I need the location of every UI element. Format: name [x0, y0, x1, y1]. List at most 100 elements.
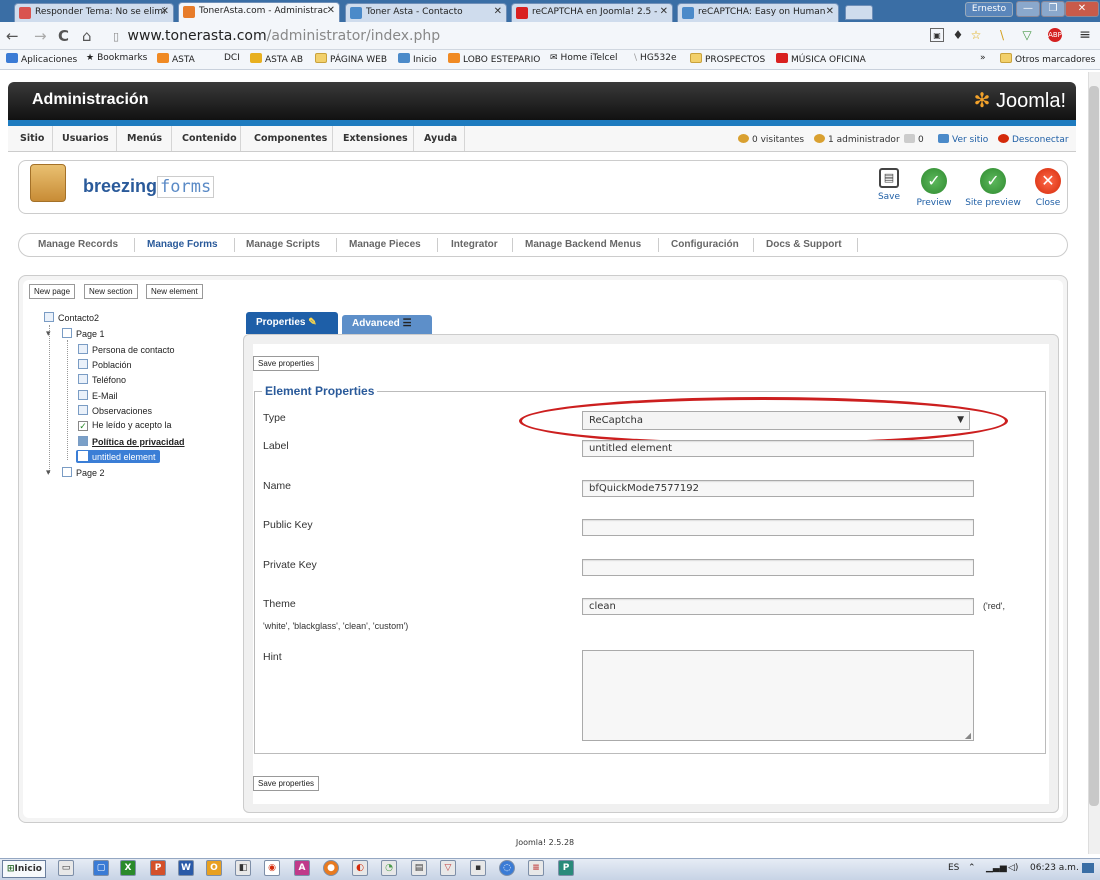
tab-manage-backend-menus[interactable]: Manage Backend Menus	[525, 239, 641, 250]
back-icon[interactable]: ←	[6, 27, 19, 45]
explorer-icon[interactable]: ▭	[58, 860, 74, 876]
view-site-link[interactable]: Ver sitio	[938, 134, 988, 145]
user-profile-button[interactable]: Ernesto	[965, 2, 1013, 17]
save-properties-button[interactable]: Save properties	[253, 356, 320, 371]
menu-usuarios[interactable]: Usuarios	[62, 133, 109, 144]
bookmark-item[interactable]: \ HG532e	[634, 53, 677, 63]
app-icon[interactable]: ◧	[235, 860, 251, 876]
app-icon[interactable]: ◌	[499, 860, 515, 876]
bookmark-item[interactable]: DCI	[224, 53, 240, 63]
tab-advanced[interactable]: Advanced ☰	[342, 315, 432, 334]
bookmark-item[interactable]: PROSPECTOS	[690, 53, 765, 65]
bookmark-star-icon[interactable]: ☆	[969, 28, 983, 42]
bookmark-item[interactable]: ✉ Home iTelcel	[550, 53, 617, 63]
new-section-button[interactable]: New section	[84, 284, 138, 299]
menu-componentes[interactable]: Componentes	[254, 133, 327, 144]
tab-manage-scripts[interactable]: Manage Scripts	[246, 239, 320, 250]
pencil-extension-icon[interactable]: \	[995, 28, 1009, 42]
start-button[interactable]: ⊞Inicio	[2, 860, 46, 878]
word-icon[interactable]: W	[178, 860, 194, 876]
private-key-input[interactable]	[582, 559, 974, 576]
bookmark-item[interactable]: Inicio	[398, 53, 437, 65]
browser-tab-active[interactable]: TonerAsta.com - Administrac ✕	[178, 2, 340, 22]
more-bookmarks-icon[interactable]: »	[980, 53, 986, 63]
resize-handle-icon[interactable]: ◢	[965, 731, 971, 740]
access-icon[interactable]: A	[294, 860, 310, 876]
url-bar[interactable]: ▯ www.tonerasta.com/administrator/index.…	[103, 25, 923, 47]
name-input[interactable]: bfQuickMode7577192	[582, 480, 974, 497]
menu-menus[interactable]: Menús	[127, 133, 162, 144]
browser-tab[interactable]: Responder Tema: No se elimi ✕	[14, 3, 174, 22]
save-properties-button[interactable]: Save properties	[253, 776, 320, 791]
close-icon[interactable]: ✕	[327, 5, 335, 16]
other-bookmarks[interactable]: Otros marcadores	[1000, 53, 1095, 65]
app-icon[interactable]: ▤	[411, 860, 427, 876]
bookmark-item[interactable]: ★ Bookmarks	[86, 53, 147, 63]
menu-ayuda[interactable]: Ayuda	[424, 133, 457, 144]
window-close-icon[interactable]: ✕	[1065, 1, 1099, 17]
shield-icon[interactable]: ▽	[1020, 28, 1034, 42]
preview-button[interactable]: ✓ Preview	[910, 168, 958, 208]
new-element-button[interactable]: New element	[146, 284, 203, 299]
home-icon[interactable]: ⌂	[82, 27, 92, 45]
tab-manage-records[interactable]: Manage Records	[38, 239, 118, 250]
close-icon[interactable]: ✕	[494, 6, 502, 17]
tree-element[interactable]: Población	[78, 359, 132, 370]
volume-icon[interactable]: ◁)	[1008, 863, 1018, 873]
bookmark-item[interactable]: MÚSICA OFICINA	[776, 53, 866, 65]
tree-element[interactable]: Observaciones	[78, 405, 152, 416]
tray-arrow-icon[interactable]: ⌃	[968, 863, 976, 873]
app-icon[interactable]: ≡	[528, 860, 544, 876]
app-icon[interactable]: ▢	[93, 860, 109, 876]
tab-integrator[interactable]: Integrator	[451, 239, 498, 250]
reload-icon[interactable]: C	[58, 27, 69, 45]
menu-extensiones[interactable]: Extensiones	[343, 133, 408, 144]
bookmark-item[interactable]: Aplicaciones	[6, 53, 77, 65]
minimize-icon[interactable]: —	[1016, 1, 1040, 17]
messages-status[interactable]: 0	[904, 134, 924, 145]
expander-icon[interactable]: ▾	[46, 328, 51, 339]
theme-input[interactable]: clean	[582, 598, 974, 615]
network-icon[interactable]: ▁▃▅	[986, 863, 1007, 873]
tree-element[interactable]: Persona de contacto	[78, 344, 175, 355]
tree-element-selected[interactable]: untitled element	[76, 450, 160, 463]
tab-configuracion[interactable]: Configuración	[671, 239, 739, 250]
shield-icon[interactable]: ▽	[440, 860, 456, 876]
bookmark-item[interactable]: ASTA	[157, 53, 195, 65]
browser-tab[interactable]: reCAPTCHA en Joomla! 2.5 - ✕	[511, 3, 673, 22]
new-page-button[interactable]: New page	[29, 284, 76, 299]
expander-icon[interactable]: ▾	[46, 467, 51, 478]
menu-sitio[interactable]: Sitio	[20, 133, 44, 144]
tab-manage-pieces[interactable]: Manage Pieces	[349, 239, 421, 250]
tab-docs-support[interactable]: Docs & Support	[766, 239, 842, 250]
close-icon[interactable]: ✕	[826, 6, 834, 17]
extension-icon[interactable]: ▣	[930, 28, 944, 42]
bookmark-item[interactable]: LOBO ESTEPARIO	[448, 53, 540, 65]
tree-element[interactable]: ✓ He leído y acepto la	[78, 420, 172, 431]
tree-section[interactable]: Política de privacidad	[78, 436, 185, 447]
show-desktop-icon[interactable]	[1082, 863, 1094, 873]
tree-page[interactable]: Page 1	[62, 328, 105, 339]
forward-icon[interactable]: →	[34, 27, 47, 45]
excel-icon[interactable]: X	[120, 860, 136, 876]
site-preview-button[interactable]: ✓ Site preview	[964, 168, 1022, 208]
tree-page[interactable]: Page 2	[62, 467, 105, 478]
public-key-input[interactable]	[582, 519, 974, 536]
close-button[interactable]: ✕ Close	[1024, 168, 1072, 208]
scrollbar-thumb[interactable]	[1089, 86, 1099, 806]
outlook-icon[interactable]: O	[206, 860, 222, 876]
tree-root[interactable]: Contacto2	[44, 312, 99, 323]
app-icon[interactable]: ▪	[470, 860, 486, 876]
menu-icon[interactable]: ≡	[1078, 28, 1092, 42]
close-icon[interactable]: ✕	[660, 6, 668, 17]
browser-tab[interactable]: Toner Asta - Contacto ✕	[345, 3, 507, 22]
key-icon[interactable]: ♦	[951, 28, 965, 42]
restore-icon[interactable]: ❐	[1041, 1, 1065, 17]
publisher-icon[interactable]: P	[558, 860, 574, 876]
save-button[interactable]: ▤ Save	[865, 168, 913, 202]
app-icon[interactable]: ◔	[381, 860, 397, 876]
app-icon[interactable]: ◐	[352, 860, 368, 876]
bookmark-item[interactable]: ASTA AB	[250, 53, 303, 65]
language-indicator[interactable]: ES	[948, 863, 959, 873]
chrome-icon[interactable]: ◉	[264, 860, 280, 876]
